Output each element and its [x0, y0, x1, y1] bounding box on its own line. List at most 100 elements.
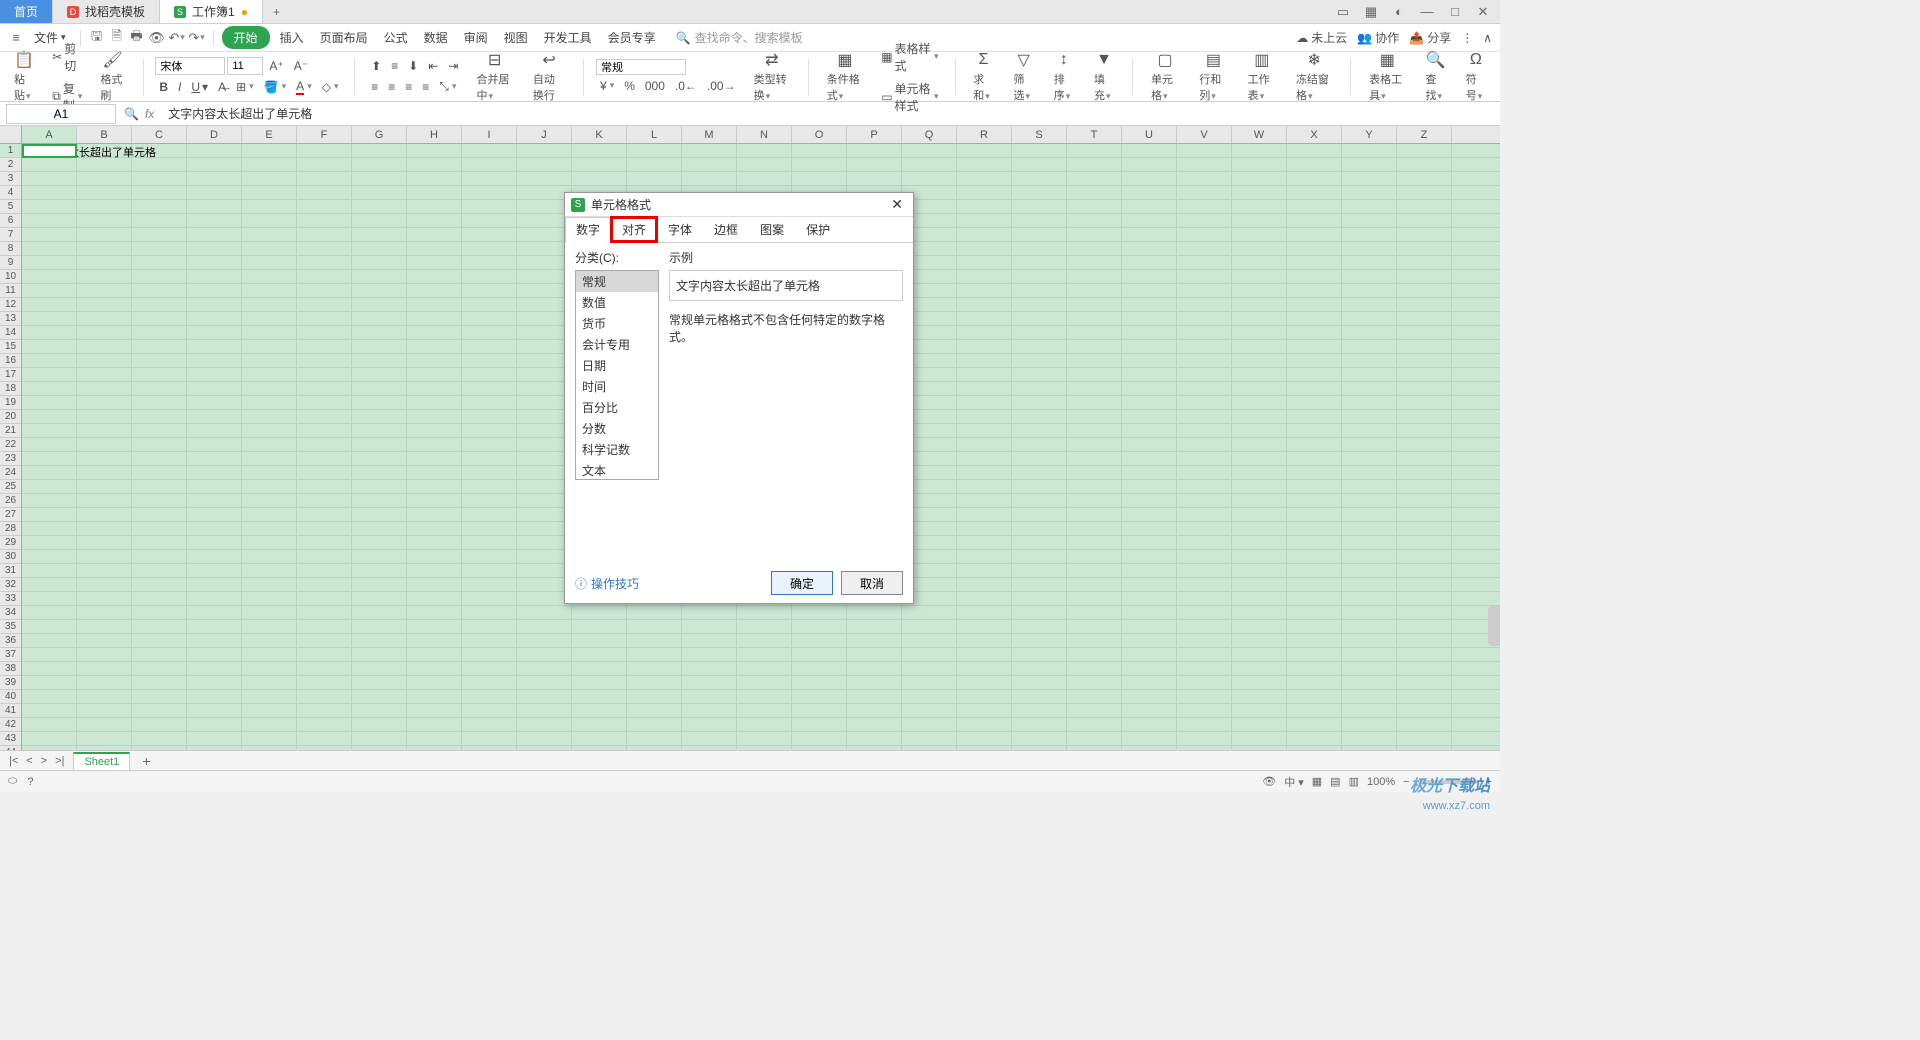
row-header[interactable]: 27: [0, 508, 21, 522]
increase-font-icon[interactable]: A⁺: [265, 57, 287, 75]
wrap-button[interactable]: ↩自动换行: [527, 48, 571, 105]
user-avatar-icon[interactable]: ◐: [1390, 4, 1408, 19]
category-item[interactable]: 百分比: [576, 397, 658, 418]
category-item[interactable]: 常规: [576, 271, 658, 292]
col-header[interactable]: F: [297, 126, 352, 143]
status-help-icon[interactable]: ?: [27, 776, 33, 788]
save-as-icon[interactable]: 🗎: [109, 30, 125, 46]
align-bot-icon[interactable]: ⬇: [404, 57, 422, 75]
row-header[interactable]: 41: [0, 704, 21, 718]
row-header[interactable]: 8: [0, 242, 21, 256]
minimize-button[interactable]: —: [1418, 4, 1436, 19]
view-page-icon[interactable]: ▤: [1330, 775, 1340, 788]
col-header[interactable]: Y: [1342, 126, 1397, 143]
col-header[interactable]: D: [187, 126, 242, 143]
sum-button[interactable]: Σ求和: [967, 48, 999, 105]
menu-search[interactable]: 🔍 查找命令、搜索模板: [676, 29, 803, 46]
align-justify-icon[interactable]: ≡: [418, 77, 433, 96]
side-panel-toggle[interactable]: [1488, 606, 1500, 646]
col-header[interactable]: S: [1012, 126, 1067, 143]
col-header[interactable]: E: [242, 126, 297, 143]
col-header[interactable]: Z: [1397, 126, 1452, 143]
print-preview-icon[interactable]: 👁: [149, 30, 165, 46]
tab-protect[interactable]: 保护: [795, 217, 841, 242]
table-tool-button[interactable]: ▦表格工具: [1363, 48, 1411, 105]
underline-button[interactable]: U▾: [187, 77, 212, 97]
lang-icon[interactable]: 中 ▾: [1284, 774, 1304, 790]
menu-data[interactable]: 数据: [418, 26, 454, 49]
sheet-nav-first[interactable]: |<: [6, 755, 21, 767]
font-size-select[interactable]: [227, 57, 263, 75]
filter-button[interactable]: ▽筛选: [1008, 48, 1040, 105]
row-header[interactable]: 11: [0, 284, 21, 298]
print-icon[interactable]: 🖶: [129, 30, 145, 46]
category-item[interactable]: 分数: [576, 418, 658, 439]
paste-button[interactable]: 📋粘贴: [8, 48, 40, 105]
currency-icon[interactable]: ¥: [596, 77, 618, 95]
row-header[interactable]: 6: [0, 214, 21, 228]
align-center-icon[interactable]: ≡: [384, 77, 399, 96]
undo-button[interactable]: ↶: [169, 30, 185, 46]
col-header[interactable]: B: [77, 126, 132, 143]
col-header[interactable]: J: [517, 126, 572, 143]
row-header[interactable]: 34: [0, 606, 21, 620]
font-color-button[interactable]: A: [292, 77, 316, 97]
tab-border[interactable]: 边框: [703, 217, 749, 242]
category-item[interactable]: 时间: [576, 376, 658, 397]
dialog-titlebar[interactable]: S 单元格格式 ✕: [565, 193, 913, 217]
category-item[interactable]: 文本: [576, 460, 658, 480]
row-header[interactable]: 31: [0, 564, 21, 578]
zoom-value[interactable]: 100%: [1367, 776, 1395, 788]
inc-decimal-icon[interactable]: .0←: [671, 77, 701, 95]
align-left-icon[interactable]: ≡: [367, 77, 382, 96]
fill-button[interactable]: ▼填充: [1088, 48, 1120, 105]
decrease-font-icon[interactable]: A⁻: [290, 57, 312, 75]
row-header[interactable]: 16: [0, 354, 21, 368]
view-break-icon[interactable]: ▥: [1349, 775, 1359, 788]
row-header[interactable]: 17: [0, 368, 21, 382]
row-header[interactable]: 30: [0, 550, 21, 564]
col-header[interactable]: N: [737, 126, 792, 143]
indent-inc-icon[interactable]: ⇥: [444, 57, 462, 75]
row-header[interactable]: 23: [0, 452, 21, 466]
row-header[interactable]: 9: [0, 256, 21, 270]
category-item[interactable]: 日期: [576, 355, 658, 376]
indent-dec-icon[interactable]: ⇤: [424, 57, 442, 75]
format-painter-button[interactable]: 🖌格式刷: [94, 48, 130, 105]
italic-button[interactable]: I: [174, 77, 185, 97]
font-family-select[interactable]: [155, 57, 225, 75]
col-header[interactable]: C: [132, 126, 187, 143]
name-box[interactable]: [6, 104, 116, 124]
fx-icon[interactable]: fx: [145, 107, 154, 121]
save-icon[interactable]: 🖫: [89, 30, 105, 46]
tab-template[interactable]: D 找稻壳模板: [53, 0, 160, 23]
eye-icon[interactable]: 👁: [1262, 775, 1276, 788]
type-convert-button[interactable]: ⇄类型转换: [748, 48, 796, 105]
collab-button[interactable]: 👥 协作: [1357, 29, 1399, 46]
row-header[interactable]: 33: [0, 592, 21, 606]
merge-button[interactable]: ⊟合并居中: [470, 48, 518, 105]
col-header[interactable]: U: [1122, 126, 1177, 143]
sheet-nav-next[interactable]: >: [38, 755, 50, 767]
col-header[interactable]: H: [407, 126, 462, 143]
row-header[interactable]: 13: [0, 312, 21, 326]
collapse-ribbon-icon[interactable]: ∧: [1483, 31, 1492, 45]
view-normal-icon[interactable]: ▦: [1312, 775, 1322, 788]
row-header[interactable]: 26: [0, 494, 21, 508]
sheet-tab-1[interactable]: Sheet1: [73, 752, 130, 770]
dec-decimal-icon[interactable]: .00→: [703, 77, 740, 95]
more-menu-icon[interactable]: ⋮: [1461, 31, 1473, 45]
col-header[interactable]: R: [957, 126, 1012, 143]
freeze-button[interactable]: ❄冻结窗格: [1290, 48, 1338, 105]
row-header[interactable]: 10: [0, 270, 21, 284]
category-item[interactable]: 会计专用: [576, 334, 658, 355]
row-header[interactable]: 36: [0, 634, 21, 648]
cond-format-button[interactable]: ▦条件格式: [821, 48, 869, 105]
tab-align[interactable]: 对齐: [611, 217, 657, 242]
category-item[interactable]: 数值: [576, 292, 658, 313]
apps-icon[interactable]: ▦: [1362, 4, 1380, 20]
cut-button[interactable]: ✂剪切: [48, 38, 86, 76]
row-header[interactable]: 14: [0, 326, 21, 340]
fill-color-button[interactable]: 🪣: [260, 77, 290, 97]
menu-begin[interactable]: 开始: [222, 26, 270, 49]
